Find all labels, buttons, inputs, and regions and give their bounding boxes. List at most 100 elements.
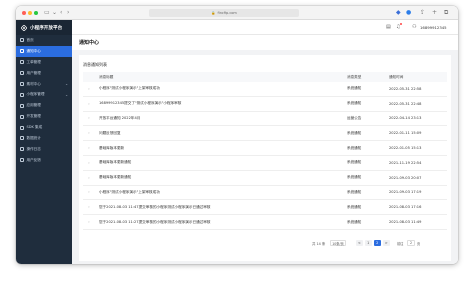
- sidebar-item[interactable]: SDK 集成: [16, 122, 72, 133]
- column-header-title: 消息标题: [99, 74, 114, 79]
- cell-time: 2022-05-31 22:48: [389, 101, 422, 106]
- nav-list: 首页通知中心工单管理用户管理 素材中心 ⌄ 小程序管理 ⌄ 应用管理开发管理 SDK 集成数…: [16, 35, 72, 166]
- sidebar-item[interactable]: 首页: [16, 35, 72, 46]
- page-size-select[interactable]: 10条/页: [330, 239, 346, 247]
- browser-toolbar: ▭ ⌄ ‹ › 🔒 fincfip.com ◆ ● ⇪ + ⧉: [16, 6, 458, 20]
- expand-row-icon[interactable]: ›: [83, 146, 95, 150]
- username[interactable]: 16899912345: [420, 25, 447, 30]
- goto-page-value: 2: [409, 241, 413, 246]
- tabs-overview-icon[interactable]: ⧉: [444, 9, 448, 16]
- table-row[interactable]: › 基础库版本更新通知 系统通知 2021-09-03 20:07: [83, 171, 447, 186]
- pagination: 共 14 条 10条/页 < 1 2 > 前往 2 页: [16, 238, 458, 249]
- expand-row-icon[interactable]: ›: [83, 190, 95, 194]
- sidebar-item[interactable]: 用户管理: [16, 68, 72, 79]
- cell-type: 系统通知: [347, 130, 362, 135]
- next-page-button[interactable]: >: [383, 239, 390, 247]
- cell-title: 小程序"测试小程序演示"上架审核成功: [99, 86, 160, 91]
- sidebar-item-label: 小程序管理: [26, 92, 45, 97]
- table-row[interactable]: › 基础库版本更新 系统通知 2022-01-05 15:13: [83, 141, 447, 156]
- sidebar-item-label: 开发管理: [26, 114, 41, 119]
- table-row[interactable]: › 您于2021-08-03 11:47提交审核的小程序测试小程序演示已通过审核 系…: [83, 200, 447, 216]
- table-row[interactable]: › 小程序"测试小程序演示"上架审核成功 系统通知 2021-09-03 17:19: [83, 186, 447, 201]
- user-icon[interactable]: ⚇: [412, 24, 416, 30]
- page-2-button[interactable]: 2: [374, 239, 381, 247]
- notification-card: 消息通知列表 消息标题 消息类型 通知时间 › 小程序"测试小程序演示"上架审核成…: [79, 55, 451, 261]
- sidebar-item[interactable]: 操作日志: [16, 144, 72, 155]
- expand-row-icon[interactable]: ›: [83, 87, 95, 91]
- prev-page-button[interactable]: <: [356, 239, 363, 247]
- nav-item-icon: [20, 136, 24, 141]
- sidebar: 小程序开放平台 首页 通知中心 工单管理 用户管理 素材中心 ⌄ 小程序管理 ⌄ 应用管理 开发管…: [16, 20, 72, 264]
- expand-row-icon[interactable]: ›: [83, 220, 95, 224]
- table-row[interactable]: › 您于2021-08-03 11:27提交审核的小程序测试小程序演示已通过审核 系…: [83, 215, 447, 230]
- cell-type: 系统通知: [347, 145, 362, 150]
- expand-row-icon[interactable]: ›: [83, 116, 95, 120]
- sidebar-item-label: 用户反馈: [26, 157, 41, 162]
- table-row[interactable]: › 问题反馈回复 系统通知 2022-01-11 15:09: [83, 126, 447, 142]
- cell-type: 系统通知: [347, 204, 362, 209]
- page-title: 通知中心: [72, 35, 458, 50]
- minimize-window-button[interactable]: [28, 10, 32, 15]
- goto-suffix: 页: [417, 242, 421, 246]
- sidebar-item[interactable]: 用户反馈: [16, 155, 72, 166]
- cell-title: 开放平台通知 2022年4月: [99, 115, 141, 120]
- cell-time: 2021-08-03 17:16: [389, 205, 422, 210]
- sidebar-item-label: 工单管理: [26, 59, 41, 64]
- sidebar-item-label: SDK 集成: [26, 125, 43, 130]
- new-tab-icon[interactable]: +: [432, 9, 437, 16]
- page-size-value: 10条/页: [332, 241, 344, 246]
- forward-icon[interactable]: ›: [67, 9, 69, 16]
- share-icon[interactable]: ⇪: [420, 9, 425, 16]
- cell-type: 系统通知: [347, 189, 362, 194]
- goto-page-input[interactable]: 2: [407, 239, 415, 247]
- column-header-type: 消息类型: [347, 74, 362, 79]
- book-icon[interactable]: ▤: [386, 24, 391, 30]
- expand-row-icon[interactable]: ›: [83, 131, 95, 135]
- chevron-down-icon: ⌄: [65, 92, 68, 97]
- cell-time: 2022-01-11 15:09: [389, 131, 422, 136]
- maximize-window-button[interactable]: [34, 10, 38, 15]
- table-row[interactable]: › 开放平台通知 2022年4月 运营公告 2022-04-14 23:13: [83, 112, 447, 127]
- address-bar[interactable]: 🔒 fincfip.com: [149, 9, 299, 17]
- cell-title: 问题反馈回复: [99, 130, 121, 135]
- expand-row-icon[interactable]: ›: [83, 176, 95, 180]
- sidebar-item[interactable]: 小程序管理 ⌄: [16, 89, 72, 100]
- nav-item-icon: [20, 147, 24, 152]
- expand-row-icon[interactable]: ›: [83, 102, 95, 106]
- expand-row-icon[interactable]: ›: [83, 161, 95, 165]
- sidebar-item-label: 首页: [26, 37, 34, 42]
- sidebar-item[interactable]: 开发管理: [16, 111, 72, 122]
- page-1-button[interactable]: 1: [365, 239, 372, 247]
- pagination-total: 共 14 条: [312, 242, 326, 246]
- notification-dot: [400, 23, 403, 26]
- table-row[interactable]: › 基础库版本更新通知 系统通知 2021-11-19 22:54: [83, 156, 447, 171]
- cell-time: 2021-08-03 11:49: [389, 220, 422, 225]
- close-window-button[interactable]: [22, 10, 26, 15]
- nav-item-icon: [20, 49, 24, 54]
- lock-icon: 🔒: [211, 10, 216, 15]
- goto-label: 前往: [397, 242, 404, 246]
- table-row[interactable]: › 小程序"测试小程序演示"上架审核成功 系统通知 2022-05-31 22:58: [83, 82, 447, 97]
- browser-window: ▭ ⌄ ‹ › 🔒 fincfip.com ◆ ● ⇪ + ⧉ 小程序开放平台 …: [16, 6, 458, 264]
- cell-title: 基础库版本更新通知: [99, 175, 132, 180]
- nav-item-icon: [20, 125, 24, 130]
- sidebar-toggle-icon[interactable]: ▭: [44, 9, 50, 16]
- shield-icon[interactable]: ◆: [396, 9, 401, 16]
- sidebar-item[interactable]: 通知中心: [16, 45, 72, 57]
- card-title: 消息通知列表: [83, 62, 107, 67]
- chevron-down-icon[interactable]: ⌄: [52, 9, 57, 16]
- sidebar-item[interactable]: 素材中心 ⌄: [16, 79, 72, 90]
- back-icon[interactable]: ‹: [60, 9, 62, 16]
- extension-icon[interactable]: ●: [406, 9, 411, 16]
- sidebar-item-label: 操作日志: [26, 146, 41, 151]
- sidebar-item-label: 应用管理: [26, 103, 41, 108]
- url-text: fincfip.com: [217, 10, 237, 15]
- sidebar-item[interactable]: 数据统计: [16, 133, 72, 144]
- table-row[interactable]: › 16899912345提交了"测试小程序演示"小程序审核 系统通知 2022-05…: [83, 97, 447, 112]
- sidebar-item[interactable]: 工单管理: [16, 57, 72, 68]
- expand-row-icon[interactable]: ›: [83, 205, 95, 209]
- chevron-down-icon: ⌄: [65, 82, 68, 86]
- top-header: ▤ ♫ ⚇ 16899912345: [72, 20, 458, 35]
- cell-time: 2022-01-05 15:13: [389, 146, 422, 151]
- sidebar-item[interactable]: 应用管理: [16, 100, 72, 111]
